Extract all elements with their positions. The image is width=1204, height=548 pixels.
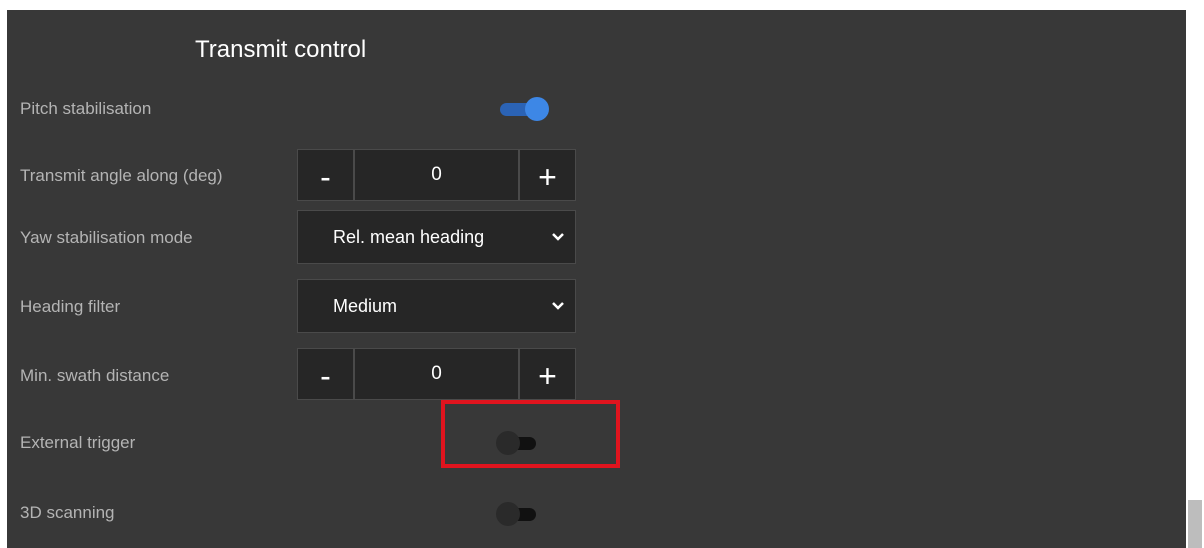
chevron-down-icon [552, 233, 564, 241]
toggle-knob [525, 97, 549, 121]
3d-scanning-toggle[interactable] [490, 502, 546, 526]
transmit-angle-along-label: Transmit angle along (deg) [20, 166, 223, 185]
heading-filter-select[interactable]: Medium [297, 279, 576, 333]
transmit-angle-along-value[interactable]: 0 [354, 149, 519, 201]
decrement-button[interactable]: - [297, 149, 354, 201]
select-value: Medium [333, 296, 398, 316]
pitch-stabilisation-label: Pitch stabilisation [20, 99, 152, 118]
pitch-stabilisation-toggle[interactable] [497, 97, 553, 121]
toggle-knob [496, 502, 520, 526]
yaw-stabilisation-mode-select[interactable]: Rel. mean heading [297, 210, 576, 264]
decrement-button[interactable]: - [297, 348, 354, 400]
increment-button[interactable]: + [519, 149, 576, 201]
3d-scanning-label: 3D scanning [20, 503, 115, 522]
min-swath-distance-value[interactable]: 0 [354, 348, 519, 400]
yaw-stabilisation-mode-label: Yaw stabilisation mode [20, 228, 193, 247]
external-trigger-label: External trigger [20, 433, 136, 452]
select-value: Rel. mean heading [333, 227, 485, 247]
heading-filter-label: Heading filter [20, 297, 121, 316]
scrollbar-track[interactable] [1186, 0, 1204, 548]
scrollbar-thumb[interactable] [1188, 500, 1202, 548]
panel-title: Transmit control [195, 36, 367, 63]
highlight-box [441, 400, 620, 468]
transmit-angle-along-stepper: - 0 + [297, 149, 576, 203]
min-swath-distance-stepper: - 0 + [297, 348, 576, 402]
increment-button[interactable]: + [519, 348, 576, 400]
chevron-down-icon [552, 302, 564, 310]
min-swath-distance-label: Min. swath distance [20, 366, 170, 385]
